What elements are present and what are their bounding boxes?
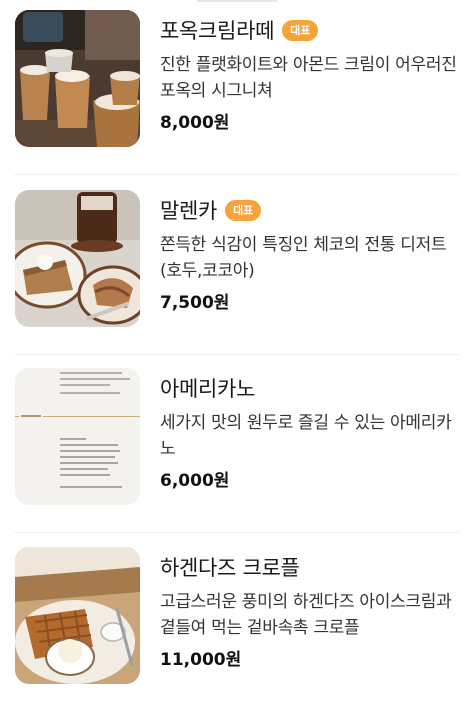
menu-item-name: 포옥크림라떼 [160,19,275,43]
menu-item-americano[interactable]: 아메리카노 세가지 맛의 원두로 즐길 수 있는 아메리카노 6,000원 [0,358,473,533]
medovnik-image [15,190,140,327]
menu-item-medovnik[interactable]: 말렌카 대표 쫀득한 식감이 특징인 체코의 전통 디저트 (호두,코코아) 7… [0,180,473,355]
croffle-image [15,547,140,684]
americano-menu-card-image [15,368,140,505]
item-divider [14,354,459,355]
item-divider [14,174,459,175]
cream-latte-photo [15,10,140,147]
menu-item-price: 11,000원 [160,650,242,670]
menu-item-price: 8,000원 [160,113,230,133]
menu-item-name: 아메리카노 [160,377,256,401]
menu-item-name: 하겐다즈 크로플 [160,556,300,580]
croffle-photo [15,547,140,684]
menu-item-description: 진한 플랫화이트와 아몬드 크림이 어우러진 포옥의 시그니쳐 [160,55,457,101]
cream-latte-image [15,10,140,147]
menu-item-description: 세가지 맛의 원두로 즐길 수 있는 아메리카노 [160,413,452,459]
item-divider [14,532,459,533]
menu-item-description: 고급스러운 풍미의 하겐다즈 아이스크림과 곁들여 먹는 겉바속촉 크로플 [160,592,452,638]
menu-item-cream-latte[interactable]: 포옥크림라떼 대표 진한 플랫화이트와 아몬드 크림이 어우러진 포옥의 시그니… [0,0,473,175]
bean-menu-card-photo [15,368,140,505]
medovnik-cake-photo [15,190,140,327]
menu-item-name: 말렌카 [160,199,218,223]
menu-item-price: 7,500원 [160,293,230,313]
signature-badge: 대표 [282,19,319,41]
signature-badge: 대표 [225,199,262,221]
menu-item-price: 6,000원 [160,471,230,491]
menu-item-description: 쫀득한 식감이 특징인 체코의 전통 디저트 (호두,코코아) [160,235,447,281]
menu-item-croffle[interactable]: 하겐다즈 크로플 고급스러운 풍미의 하겐다즈 아이스크림과 곁들여 먹는 겉바… [0,537,473,712]
